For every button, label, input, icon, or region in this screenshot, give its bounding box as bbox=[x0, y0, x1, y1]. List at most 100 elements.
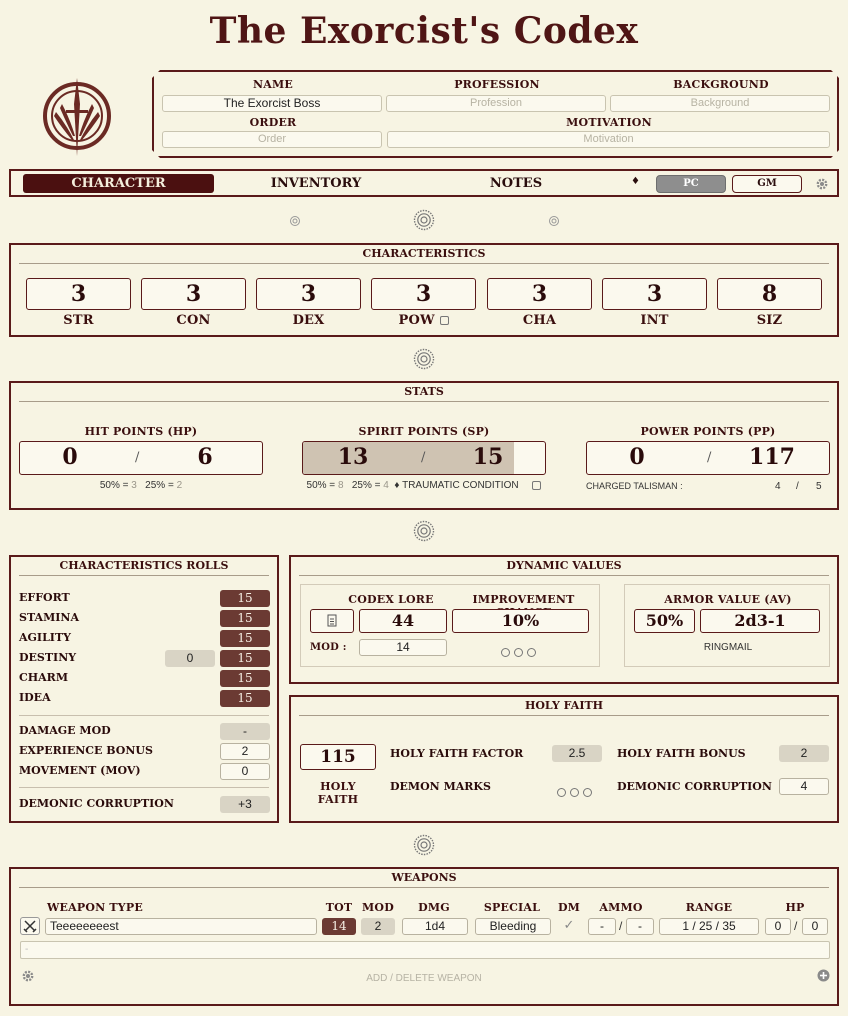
weapon-mod[interactable]: 2 bbox=[361, 918, 395, 935]
stats-panel: STATS HIT POINTS (HP) 0 / 6 50% = 3 25% … bbox=[9, 381, 839, 510]
traumatic-checkbox[interactable] bbox=[532, 480, 542, 490]
pp-max[interactable]: 117 bbox=[722, 444, 822, 470]
weapon-hp-max[interactable]: 0 bbox=[802, 918, 828, 935]
con-label: CON bbox=[176, 313, 211, 328]
stamina-roll[interactable]: 15 bbox=[220, 610, 270, 627]
destiny-label: DESTINY bbox=[19, 651, 77, 664]
cha-label: CHA bbox=[522, 313, 557, 328]
codex-emblem-icon bbox=[43, 78, 111, 156]
stamina-label: STAMINA bbox=[19, 611, 79, 624]
codex-lore-value[interactable]: 44 bbox=[359, 609, 447, 633]
weapon-ammo-current[interactable]: - bbox=[588, 918, 616, 935]
charm-label: CHARM bbox=[19, 671, 69, 684]
talisman-max[interactable]: 5 bbox=[816, 481, 822, 492]
page-title: The Exorcist's Codex bbox=[209, 10, 639, 52]
add-delete-weapon-button[interactable]: ADD / DELETE WEAPON bbox=[11, 973, 837, 984]
sp-box[interactable]: 13 / 15 bbox=[302, 441, 546, 475]
motivation-field[interactable]: Motivation bbox=[387, 131, 830, 148]
damage-mod-value[interactable]: - bbox=[220, 723, 270, 740]
weapon-hp-current[interactable]: 0 bbox=[765, 918, 791, 935]
name-field[interactable]: The Exorcist Boss bbox=[162, 95, 382, 112]
swords-icon[interactable] bbox=[20, 917, 40, 935]
con-value[interactable]: 3 bbox=[141, 278, 246, 310]
check-circle[interactable] bbox=[527, 648, 536, 657]
siz-value[interactable]: 8 bbox=[717, 278, 822, 310]
weapons-title: WEAPONS bbox=[19, 871, 829, 888]
weapon-dmg[interactable]: 1d4 bbox=[402, 918, 468, 935]
document-icon[interactable] bbox=[310, 609, 354, 633]
stats-title: STATS bbox=[19, 385, 829, 402]
sp-current[interactable]: 13 bbox=[303, 444, 403, 470]
talisman-current[interactable]: 4 bbox=[775, 481, 781, 492]
col-dm: DM bbox=[557, 901, 581, 914]
hp-max[interactable]: 6 bbox=[155, 444, 255, 470]
xp-bonus-input[interactable]: 2 bbox=[220, 743, 270, 760]
agility-label: AGILITY bbox=[19, 631, 71, 644]
hp-label: HIT POINTS (HP) bbox=[84, 425, 198, 438]
profession-field[interactable]: Profession bbox=[386, 95, 606, 112]
weapon-range[interactable]: 1 / 25 / 35 bbox=[659, 918, 759, 935]
diamond-icon: ♦ bbox=[631, 176, 640, 187]
pp-current[interactable]: 0 bbox=[587, 444, 687, 470]
idea-roll[interactable]: 15 bbox=[220, 690, 270, 707]
destiny-extra[interactable]: 0 bbox=[165, 650, 215, 667]
check-circle[interactable] bbox=[514, 648, 523, 657]
add-circle-icon[interactable] bbox=[817, 969, 830, 982]
improvement-checks bbox=[499, 642, 538, 661]
ornament-icon bbox=[413, 520, 435, 542]
weapon-name-input[interactable]: Teeeeeeeest bbox=[45, 918, 317, 935]
hp-thresholds: 50% = 3 25% = 2 bbox=[99, 480, 183, 491]
faith-demonic-corruption-input[interactable]: 4 bbox=[779, 778, 829, 795]
cha-value[interactable]: 3 bbox=[487, 278, 592, 310]
weapons-panel: WEAPONS WEAPON TYPE TOT MOD DMG SPECIAL … bbox=[9, 867, 839, 1006]
characteristics-rolls-panel: CHARACTERISTICS ROLLS EFFORT 15 STAMINA … bbox=[9, 555, 279, 823]
mod-input[interactable]: 14 bbox=[359, 639, 447, 656]
check-circle[interactable] bbox=[557, 788, 566, 797]
check-circle[interactable] bbox=[501, 648, 510, 657]
ornament-small-icon bbox=[549, 216, 559, 226]
pow-checkbox[interactable] bbox=[439, 316, 449, 325]
weapon-special[interactable]: Bleeding bbox=[475, 918, 551, 935]
holy-faith-bonus-value[interactable]: 2 bbox=[779, 745, 829, 762]
str-value[interactable]: 3 bbox=[26, 278, 131, 310]
pc-toggle[interactable]: PC bbox=[656, 175, 726, 193]
hp-slash-weapon: / bbox=[794, 919, 798, 933]
sp-max[interactable]: 15 bbox=[438, 444, 538, 470]
pp-box[interactable]: 0 / 117 bbox=[586, 441, 830, 475]
charm-roll[interactable]: 15 bbox=[220, 670, 270, 687]
tab-notes[interactable]: NOTES bbox=[421, 174, 611, 193]
demonic-corruption-value[interactable]: +3 bbox=[220, 796, 270, 813]
weapon-dm-check[interactable]: ✓ bbox=[555, 918, 583, 933]
destiny-roll[interactable]: 15 bbox=[220, 650, 270, 667]
gm-toggle[interactable]: GM bbox=[732, 175, 802, 193]
improvement-value[interactable]: 10% bbox=[452, 609, 589, 633]
int-value[interactable]: 3 bbox=[602, 278, 707, 310]
ornament-small-icon bbox=[290, 216, 300, 226]
hp-box[interactable]: 0 / 6 bbox=[19, 441, 263, 475]
armor-group: ARMOR VALUE (AV) 50% 2d3-1 RINGMAIL bbox=[624, 584, 830, 667]
col-ammo: AMMO bbox=[599, 901, 643, 914]
holy-faith-value[interactable]: 115 bbox=[300, 744, 376, 770]
check-circle[interactable] bbox=[570, 788, 579, 797]
armor-percent[interactable]: 50% bbox=[634, 609, 695, 633]
weapon-ammo-max[interactable]: - bbox=[626, 918, 654, 935]
tab-character[interactable]: CHARACTER bbox=[23, 174, 214, 193]
pow-value[interactable]: 3 bbox=[371, 278, 476, 310]
agility-roll[interactable]: 15 bbox=[220, 630, 270, 647]
dex-value[interactable]: 3 bbox=[256, 278, 361, 310]
dynamic-title: DYNAMIC VALUES bbox=[299, 559, 829, 576]
check-circle[interactable] bbox=[583, 788, 592, 797]
movement-input[interactable]: 0 bbox=[220, 763, 270, 780]
effort-roll[interactable]: 15 bbox=[220, 590, 270, 607]
movement-label: MOVEMENT (MOV) bbox=[19, 764, 141, 777]
weapon-notes-textarea[interactable]: - bbox=[20, 941, 830, 959]
hp-current[interactable]: 0 bbox=[20, 444, 120, 470]
weapon-tot[interactable]: 14 bbox=[322, 918, 356, 935]
holy-faith-factor-value[interactable]: 2.5 bbox=[552, 745, 602, 762]
order-field[interactable]: Order bbox=[162, 131, 382, 148]
background-field[interactable]: Background bbox=[610, 95, 830, 112]
tab-inventory[interactable]: INVENTORY bbox=[221, 174, 411, 193]
armor-dice[interactable]: 2d3-1 bbox=[700, 609, 820, 633]
gear-icon[interactable] bbox=[815, 177, 829, 191]
sp-thresholds: 50% = 8 25% = 4 ♦ TRAUMATIC CONDITION bbox=[302, 480, 546, 491]
